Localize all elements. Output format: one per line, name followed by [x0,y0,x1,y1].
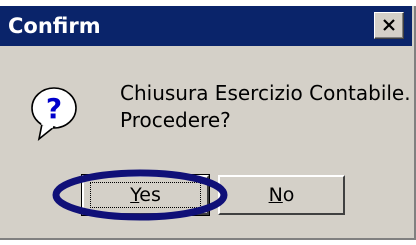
yes-rest: es [139,184,161,206]
confirm-dialog: Confirm ? Chiusura Esercizio Contabile. … [0,6,416,240]
yes-button-label: Yes [130,184,161,206]
no-button-label: No [269,184,295,206]
yes-button[interactable]: Yes [81,174,210,216]
close-button[interactable] [374,12,404,39]
svg-text:?: ? [46,92,62,125]
question-icon: ? [30,84,78,142]
no-mnemonic: N [268,184,283,206]
title-bar[interactable]: Confirm [0,6,412,46]
message-line-1: Chiusura Esercizio Contabile. [120,81,411,105]
dialog-title: Confirm [8,14,101,38]
no-button[interactable]: No [218,175,345,215]
message-line-2: Procedere? [120,108,231,132]
message-text: Chiusura Esercizio Contabile. Procedere? [120,80,411,134]
yes-mnemonic: Y [130,184,140,206]
close-icon [383,19,395,31]
no-rest: o [282,184,295,206]
